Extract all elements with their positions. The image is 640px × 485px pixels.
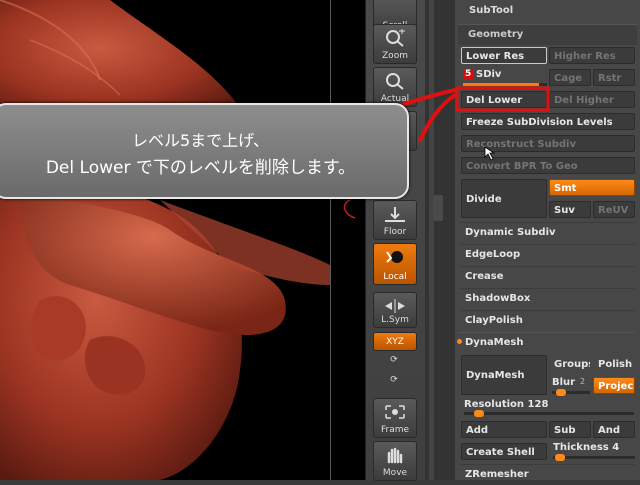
callout-line-2: Del Lower で下のレベルを削除します。	[45, 158, 356, 178]
annotation-arrow-lower	[418, 93, 457, 142]
del-lower-highlight-box	[455, 86, 550, 112]
tutorial-annotation	[328, 86, 550, 161]
tutorial-callout: レベル5まで上げ、 Del Lower で下のレベルを削除します。	[0, 103, 409, 199]
callout-line-1: レベル5まで上げ、	[131, 131, 270, 150]
mouse-cursor-icon	[484, 146, 496, 161]
